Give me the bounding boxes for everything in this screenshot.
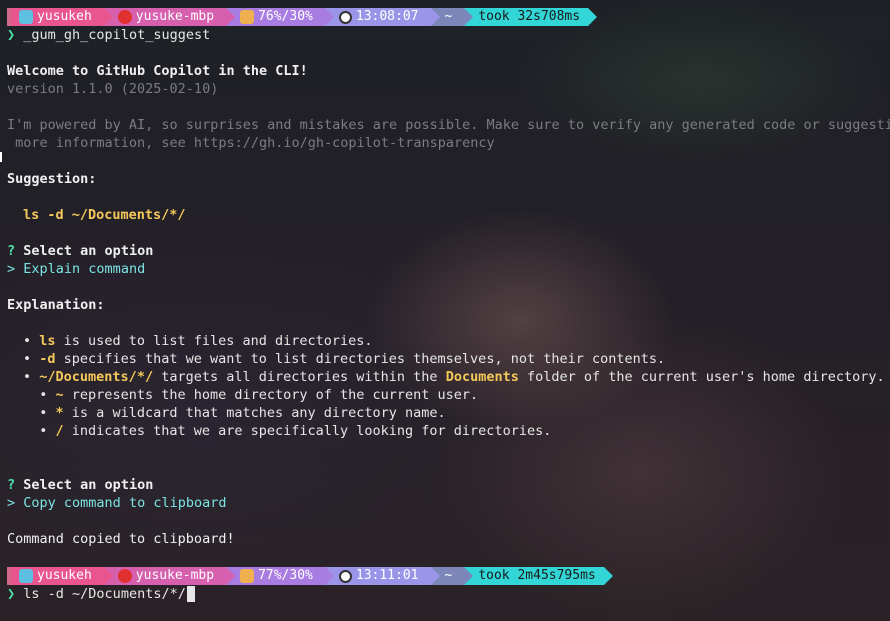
- prompt-took: took 2m45s795ms: [478, 568, 596, 583]
- prompt-host-segment: yusuke-mbp: [103, 567, 236, 585]
- suggestion-label: Suggestion:: [7, 171, 97, 187]
- choice-arrow: >: [7, 495, 16, 511]
- prompt-user: yusukeh: [37, 9, 92, 24]
- list-item: • ~ represents the home directory of the…: [23, 386, 478, 404]
- list-text: represents the home directory of the cur…: [63, 387, 479, 403]
- list-text: •: [23, 369, 32, 385]
- list-text: [47, 387, 55, 403]
- list-text: [47, 423, 55, 439]
- list-text: •: [23, 351, 32, 367]
- prompt-host-segment: yusuke-mbp: [103, 8, 236, 26]
- genie-icon: [240, 10, 255, 24]
- user-icon: [19, 569, 33, 583]
- list-text: is a wildcard that matches any directory…: [63, 405, 446, 421]
- command-line-1: ❯ _gum_gh_copilot_suggest: [7, 26, 210, 44]
- code-token: /: [55, 423, 64, 439]
- choice-text: Explain command: [23, 261, 146, 277]
- question-mark: ?: [7, 477, 16, 493]
- list-text: [47, 405, 55, 421]
- scroll-marker: [0, 152, 2, 162]
- terminal-window[interactable]: yusukeh yusuke-mbp 76%/30% 13:08:07 ~ to…: [0, 0, 890, 621]
- code-token: ~/Documents/*/: [39, 369, 154, 385]
- list-text: folder of the current user's home direct…: [518, 369, 885, 385]
- prompt-time: 13:11:01: [355, 568, 419, 583]
- list-item: • / indicates that we are specifically l…: [23, 422, 551, 440]
- code-token: ls: [39, 333, 56, 349]
- select-option-1: ? Select an option: [7, 242, 153, 260]
- prompt-battery: 76%/30%: [258, 9, 313, 24]
- list-text: is used to list files and directories.: [55, 333, 373, 349]
- version-text: version 1.1.0 (2025-02-10): [7, 81, 219, 97]
- command-line-2[interactable]: ❯ ls -d ~/Documents/*/: [7, 585, 195, 603]
- prompt-dir: ~: [444, 9, 453, 24]
- prompt-char: ❯: [7, 27, 16, 43]
- disclaimer-line-1: I'm powered by AI, so surprises and mist…: [7, 117, 890, 133]
- prompt-bar-1: yusukeh yusuke-mbp 76%/30% 13:08:07 ~ to…: [7, 8, 598, 26]
- list-text: indicates that we are specifically looki…: [63, 423, 552, 439]
- list-text: •: [23, 387, 48, 403]
- selected-choice-1[interactable]: > Explain command: [7, 260, 145, 278]
- list-item: • ~/Documents/*/ targets all directories…: [23, 368, 885, 386]
- prompt-took-segment: took 2m45s795ms: [464, 567, 613, 585]
- code-token: ~: [55, 387, 64, 403]
- text-cursor: [186, 586, 195, 602]
- code-token: *: [55, 405, 64, 421]
- prompt-battery-segment: 77%/30%: [226, 567, 334, 585]
- list-text: •: [23, 405, 48, 421]
- list-text: specifies that we want to list directori…: [55, 351, 666, 367]
- list-text: •: [23, 333, 32, 349]
- prompt-user-segment: yusukeh: [11, 8, 113, 26]
- select-label: Select an option: [23, 243, 154, 259]
- clock-icon: [338, 569, 352, 583]
- prompt-host: yusuke-mbp: [135, 9, 215, 24]
- user-icon: [19, 10, 33, 24]
- prompt-user-segment: yusukeh: [11, 567, 113, 585]
- copied-message: Command copied to clipboard!: [7, 531, 235, 547]
- prompt-dir: ~: [444, 568, 453, 583]
- question-mark: ?: [7, 243, 16, 259]
- select-label: Select an option: [23, 477, 154, 493]
- genie-icon: [240, 569, 255, 583]
- list-text: •: [23, 423, 48, 439]
- choice-text: Copy command to clipboard: [23, 495, 227, 511]
- selected-choice-2[interactable]: > Copy command to clipboard: [7, 494, 226, 512]
- choice-arrow: >: [7, 261, 16, 277]
- list-item: • ls is used to list files and directori…: [23, 332, 373, 350]
- list-item: • * is a wildcard that matches any direc…: [23, 404, 446, 422]
- code-token: -d: [39, 351, 56, 367]
- list-item: • -d specifies that we want to list dire…: [23, 350, 665, 368]
- apple-icon: [117, 569, 132, 583]
- clock-icon: [338, 10, 352, 24]
- prompt-took: took 32s708ms: [478, 9, 581, 24]
- prompt-host: yusuke-mbp: [135, 568, 215, 583]
- command-text-1: _gum_gh_copilot_suggest: [23, 27, 211, 43]
- suggested-command[interactable]: ls -d ~/Documents/*/: [23, 206, 186, 224]
- prompt-battery-segment: 76%/30%: [226, 8, 334, 26]
- explanation-label: Explanation:: [7, 297, 105, 313]
- welcome-text: Welcome to GitHub Copilot in the CLI!: [7, 63, 308, 79]
- apple-icon: [117, 10, 132, 24]
- prompt-battery: 77%/30%: [258, 568, 313, 583]
- prompt-time-segment: 13:08:07: [324, 8, 440, 26]
- code-token: Documents: [445, 369, 519, 385]
- select-option-2: ? Select an option: [7, 476, 153, 494]
- prompt-took-segment: took 32s708ms: [464, 8, 598, 26]
- disclaimer-line-2: more information, see https://gh.io/gh-c…: [7, 135, 495, 151]
- prompt-user: yusukeh: [37, 568, 92, 583]
- prompt-bar-2: yusukeh yusuke-mbp 77%/30% 13:11:01 ~ to…: [7, 567, 613, 585]
- prompt-time-segment: 13:11:01: [324, 567, 440, 585]
- list-text: targets all directories within the: [153, 369, 446, 385]
- command-input[interactable]: ls -d ~/Documents/*/: [23, 586, 186, 602]
- prompt-time: 13:08:07: [355, 9, 419, 24]
- prompt-char: ❯: [7, 586, 16, 602]
